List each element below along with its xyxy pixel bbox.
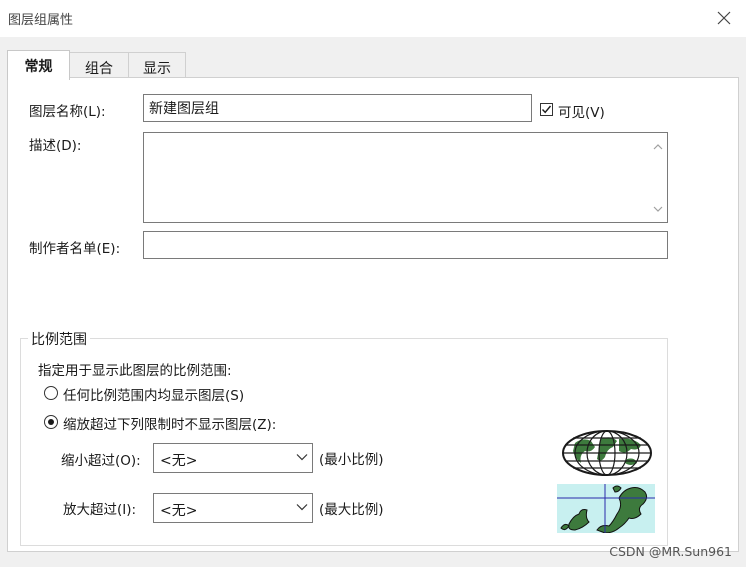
tab-display[interactable]: 显示 — [128, 52, 186, 78]
chevron-down-icon — [653, 206, 662, 212]
tab-group-label: 组合 — [85, 61, 113, 77]
zoom-out-label: 缩小超过(O): — [61, 453, 141, 469]
zoom-in-value: <无> — [160, 503, 198, 519]
description-scrollbar[interactable] — [649, 134, 666, 221]
chevron-down-icon — [296, 504, 308, 511]
zoom-in-select[interactable]: <无> — [153, 493, 313, 523]
chevron-down-icon — [296, 454, 308, 461]
radio-any-scale[interactable] — [44, 386, 58, 400]
scale-range-title: 比例范围 — [28, 329, 90, 349]
globe-icon — [562, 430, 652, 476]
chevron-up-icon — [653, 143, 662, 149]
window-title: 图层组属性 — [8, 13, 74, 28]
title-bar: 图层组属性 — [0, 0, 746, 37]
description-textarea[interactable] — [143, 132, 668, 223]
zoom-in-hint: (最大比例) — [319, 502, 384, 518]
close-icon — [717, 11, 731, 25]
layer-name-label: 图层名称(L): — [29, 104, 106, 120]
map-detail-icon — [557, 484, 655, 533]
scale-instruction: 指定用于显示此图层的比例范围: — [38, 363, 232, 379]
tab-group[interactable]: 组合 — [69, 52, 129, 78]
credits-label: 制作者名单(E): — [29, 241, 121, 257]
zoom-in-label: 放大超过(I): — [63, 502, 137, 518]
visible-checkbox[interactable] — [540, 103, 553, 116]
radio-limit-scale-label[interactable]: 缩放超过下列限制时不显示图层(Z): — [63, 413, 276, 433]
tab-general-label: 常规 — [24, 59, 53, 75]
zoom-out-hint: (最小比例) — [319, 452, 384, 468]
tab-display-label: 显示 — [143, 61, 171, 77]
scroll-down-button[interactable] — [649, 200, 666, 217]
watermark: CSDN @MR.Sun961 — [609, 544, 732, 559]
tab-general[interactable]: 常规 — [7, 50, 70, 80]
credits-input[interactable] — [143, 231, 668, 259]
zoom-out-select[interactable]: <无> — [153, 443, 313, 473]
description-label: 描述(D): — [29, 138, 82, 154]
zoom-out-value: <无> — [160, 453, 198, 469]
radio-any-scale-label[interactable]: 任何比例范围内均显示图层(S) — [63, 384, 244, 404]
checkmark-icon — [541, 105, 552, 114]
layer-name-input[interactable]: 新建图层组 — [143, 94, 532, 122]
radio-limit-scale[interactable] — [44, 415, 58, 429]
close-button[interactable] — [708, 4, 740, 32]
scroll-up-button[interactable] — [649, 138, 666, 155]
visible-label: 可见(V) — [558, 105, 605, 121]
